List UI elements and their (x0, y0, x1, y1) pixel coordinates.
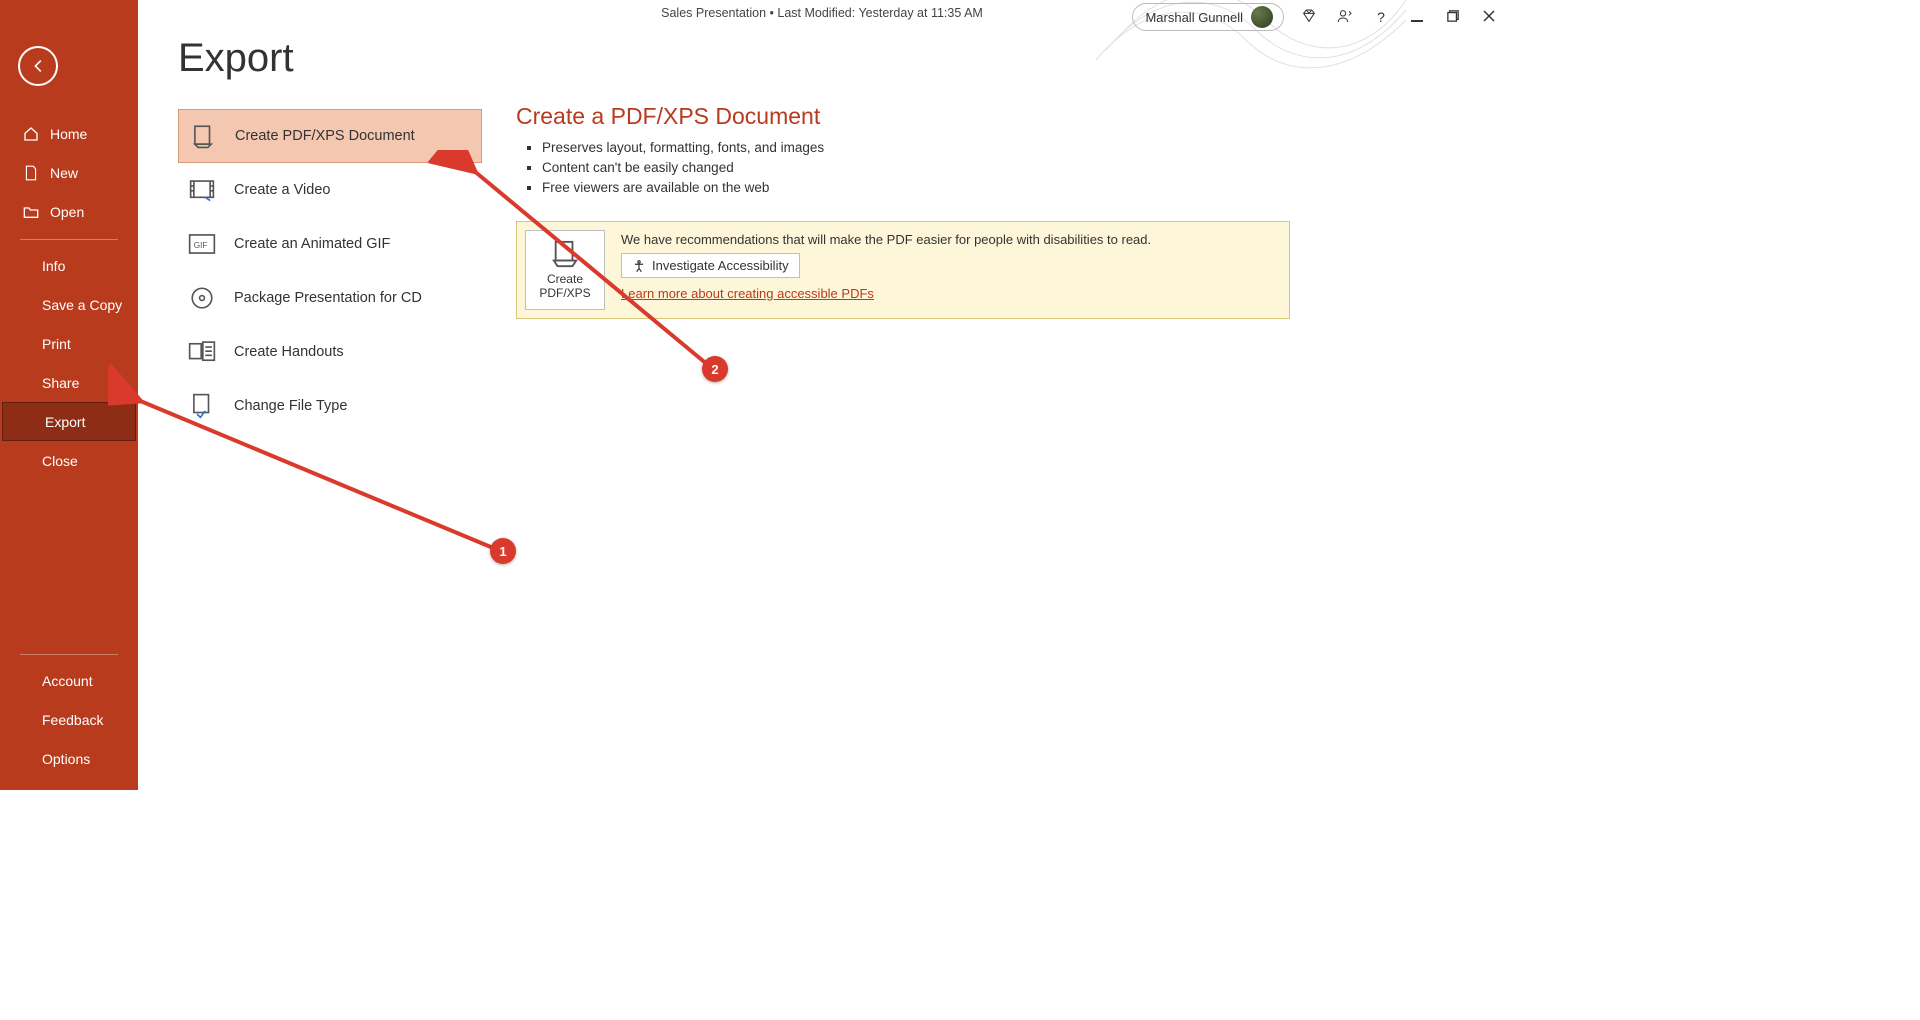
nav-new[interactable]: New (0, 153, 138, 192)
arrow-left-icon (29, 57, 47, 75)
export-opt-gif[interactable]: GIF Create an Animated GIF (178, 217, 482, 271)
nav-label: New (50, 165, 78, 181)
home-icon (22, 126, 40, 142)
nav-close[interactable]: Close (0, 441, 138, 480)
nav-label: Share (42, 375, 79, 391)
export-opt-label: Create PDF/XPS Document (235, 128, 415, 144)
nav-account[interactable]: Account (0, 661, 138, 700)
export-opt-label: Create Handouts (234, 344, 344, 360)
annotation-badge-2: 2 (702, 356, 728, 382)
export-opt-pdf[interactable]: Create PDF/XPS Document (178, 109, 482, 163)
detail-bullets: Preserves layout, formatting, fonts, and… (516, 140, 1292, 195)
video-icon (188, 179, 216, 201)
nav-label: Account (42, 673, 93, 689)
handouts-icon (188, 340, 216, 364)
export-options-list: Create PDF/XPS Document Create a Video G… (178, 109, 482, 433)
export-opt-label: Create a Video (234, 182, 330, 198)
create-pdf-xps-button[interactable]: Create PDF/XPS (525, 230, 605, 310)
accessibility-icon (632, 259, 646, 273)
nav-label: Export (45, 414, 85, 430)
export-opt-change-type[interactable]: Change File Type (178, 379, 482, 433)
detail-bullet: Content can't be easily changed (542, 160, 1292, 175)
nav-open[interactable]: Open (0, 192, 138, 231)
create-btn-line1: Create (547, 272, 583, 286)
nav-label: Home (50, 126, 87, 142)
page-title: Export (178, 36, 1506, 81)
printer-icon (550, 240, 580, 268)
annotation-badge-1: 1 (490, 538, 516, 564)
nav-label: Feedback (42, 712, 103, 728)
nav-divider (20, 654, 118, 655)
cd-icon (188, 285, 216, 311)
nav-share[interactable]: Share (0, 363, 138, 402)
detail-bullet: Preserves layout, formatting, fonts, and… (542, 140, 1292, 155)
export-opt-label: Package Presentation for CD (234, 290, 422, 306)
svg-text:GIF: GIF (194, 241, 208, 250)
change-type-icon (188, 393, 216, 419)
investigate-accessibility-button[interactable]: Investigate Accessibility (621, 253, 800, 278)
nav-print[interactable]: Print (0, 324, 138, 363)
nav-save-copy[interactable]: Save a Copy (0, 285, 138, 324)
gif-icon: GIF (188, 233, 216, 255)
nav-label: Open (50, 204, 84, 220)
detail-bullet: Free viewers are available on the web (542, 180, 1292, 195)
nav-export[interactable]: Export (2, 402, 136, 441)
accessible-pdf-link[interactable]: Learn more about creating accessible PDF… (621, 286, 1281, 301)
nav-label: Info (42, 258, 65, 274)
nav-label: Close (42, 453, 78, 469)
export-opt-handouts[interactable]: Create Handouts (178, 325, 482, 379)
accessibility-recommendation-box: Create PDF/XPS We have recommendations t… (516, 221, 1290, 319)
export-opt-cd[interactable]: Package Presentation for CD (178, 271, 482, 325)
export-opt-label: Change File Type (234, 398, 347, 414)
back-button[interactable] (18, 46, 58, 86)
export-opt-label: Create an Animated GIF (234, 236, 390, 252)
export-opt-video[interactable]: Create a Video (178, 163, 482, 217)
detail-title: Create a PDF/XPS Document (516, 103, 1292, 130)
nav-home[interactable]: Home (0, 114, 138, 153)
new-icon (22, 165, 40, 181)
export-detail-panel: Create a PDF/XPS Document Preserves layo… (516, 109, 1292, 433)
nav-info[interactable]: Info (0, 246, 138, 285)
open-icon (22, 205, 40, 219)
create-btn-line2: PDF/XPS (539, 286, 590, 300)
nav-divider (20, 239, 118, 240)
export-page: Export Create PDF/XPS Document Create a … (138, 0, 1506, 790)
nav-label: Options (42, 751, 90, 767)
nav-feedback[interactable]: Feedback (0, 700, 138, 739)
reco-text: We have recommendations that will make t… (621, 232, 1281, 247)
inv-btn-label: Investigate Accessibility (652, 258, 789, 273)
nav-label: Print (42, 336, 71, 352)
backstage-sidebar: Home New Open Info Save a Copy Print Sha… (0, 0, 138, 790)
nav-options[interactable]: Options (0, 739, 138, 778)
pdf-icon (189, 123, 217, 149)
nav-label: Save a Copy (42, 297, 122, 313)
